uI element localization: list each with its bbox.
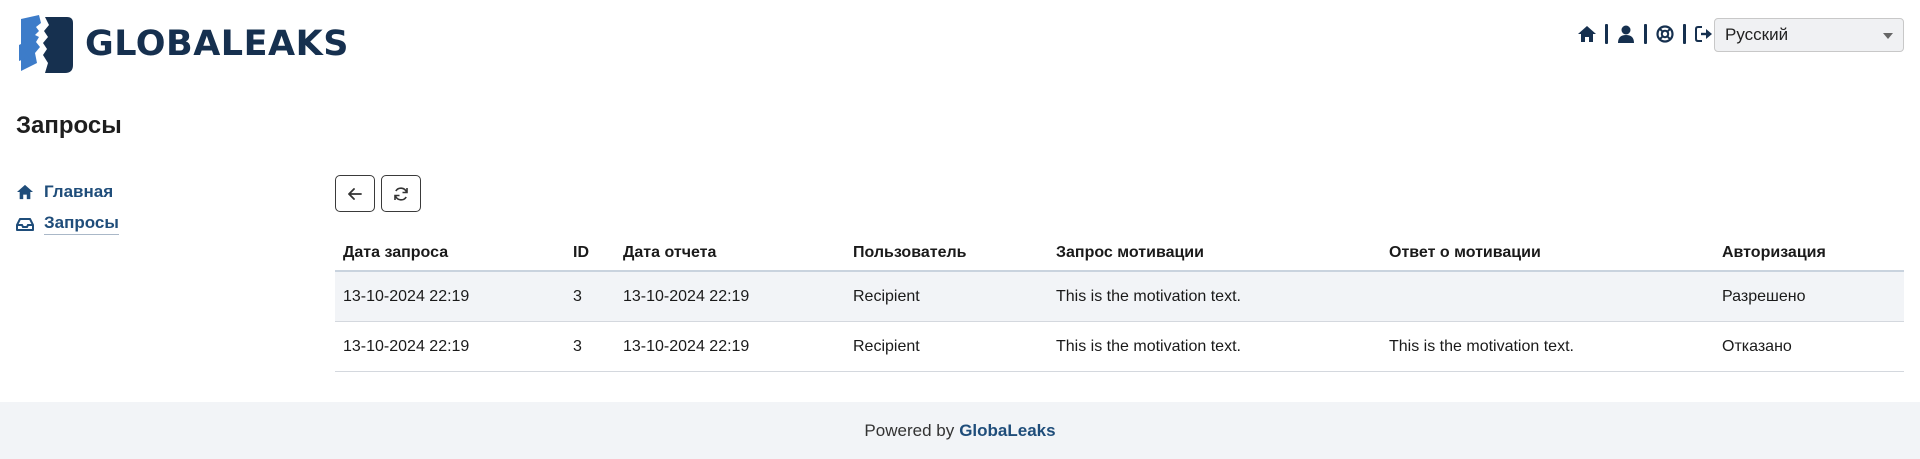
back-arrow-icon [348,187,362,200]
column-header-motivation-request[interactable]: Запрос мотивации [1048,236,1381,272]
cell-user: Recipient [845,271,1048,322]
logout-icon[interactable] [1694,24,1714,44]
support-icon[interactable] [1655,24,1675,44]
language-select-value: Русский [1725,25,1789,44]
refresh-icon [394,186,408,201]
column-header-id[interactable]: ID [565,236,615,272]
table-row[interactable]: 13-10-2024 22:19 3 13-10-2024 22:19 Reci… [335,271,1904,322]
powered-by-text: Powered by [864,420,955,440]
cell-request-date: 13-10-2024 22:19 [335,321,565,372]
column-header-authorization[interactable]: Авторизация [1714,236,1904,272]
cell-id: 3 [565,321,615,372]
toolbar [335,175,421,212]
cell-authorization: Разрешено [1714,271,1904,322]
sidebar-item-label: Запросы [44,213,119,235]
column-header-report-date[interactable]: Дата отчета [615,236,845,272]
footer: Powered by GlobaLeaks [0,402,1920,459]
column-header-user[interactable]: Пользователь [845,236,1048,272]
cell-motivation-response: This is the motivation text. [1381,321,1714,372]
globaleaks-link[interactable]: GlobaLeaks [959,421,1055,441]
nav-separator [1644,24,1647,44]
sidebar-item-label: Главная [44,182,114,201]
column-header-motivation-response[interactable]: Ответ о мотивации [1381,236,1714,272]
table-header-row: Дата запроса ID Дата отчета Пользователь… [335,236,1904,272]
column-header-request-date[interactable]: Дата запроса [335,236,565,272]
cell-motivation-response [1381,271,1714,322]
cell-authorization: Отказано [1714,321,1904,372]
nav-separator [1683,24,1686,44]
cell-report-date: 13-10-2024 22:19 [615,271,845,322]
cell-id: 3 [565,271,615,322]
top-navigation [1577,22,1714,46]
language-select[interactable]: Русский [1714,18,1904,52]
inbox-icon [16,215,34,233]
sidebar-item-requests[interactable]: Запросы [16,208,119,240]
user-icon[interactable] [1616,24,1636,44]
home-icon [16,183,34,201]
cell-user: Recipient [845,321,1048,372]
chevron-down-icon [1883,33,1893,39]
sidebar-item-home[interactable]: Главная [16,176,119,208]
nav-separator [1605,24,1608,44]
requests-table: Дата запроса ID Дата отчета Пользователь… [335,236,1904,372]
home-icon[interactable] [1577,24,1597,44]
cell-motivation-request: This is the motivation text. [1048,271,1381,322]
cell-request-date: 13-10-2024 22:19 [335,271,565,322]
table-row[interactable]: 13-10-2024 22:19 3 13-10-2024 22:19 Reci… [335,321,1904,372]
back-button[interactable] [335,175,375,212]
refresh-button[interactable] [381,175,421,212]
globaleaks-logo[interactable]: GLOBALEAKS [15,15,349,73]
cell-motivation-request: This is the motivation text. [1048,321,1381,372]
page-title: Запросы [16,112,122,139]
logo-faces-icon [19,15,73,73]
logo-text: GLOBALEAKS [85,24,349,64]
sidebar: Главная Запросы [16,176,119,240]
cell-report-date: 13-10-2024 22:19 [615,321,845,372]
